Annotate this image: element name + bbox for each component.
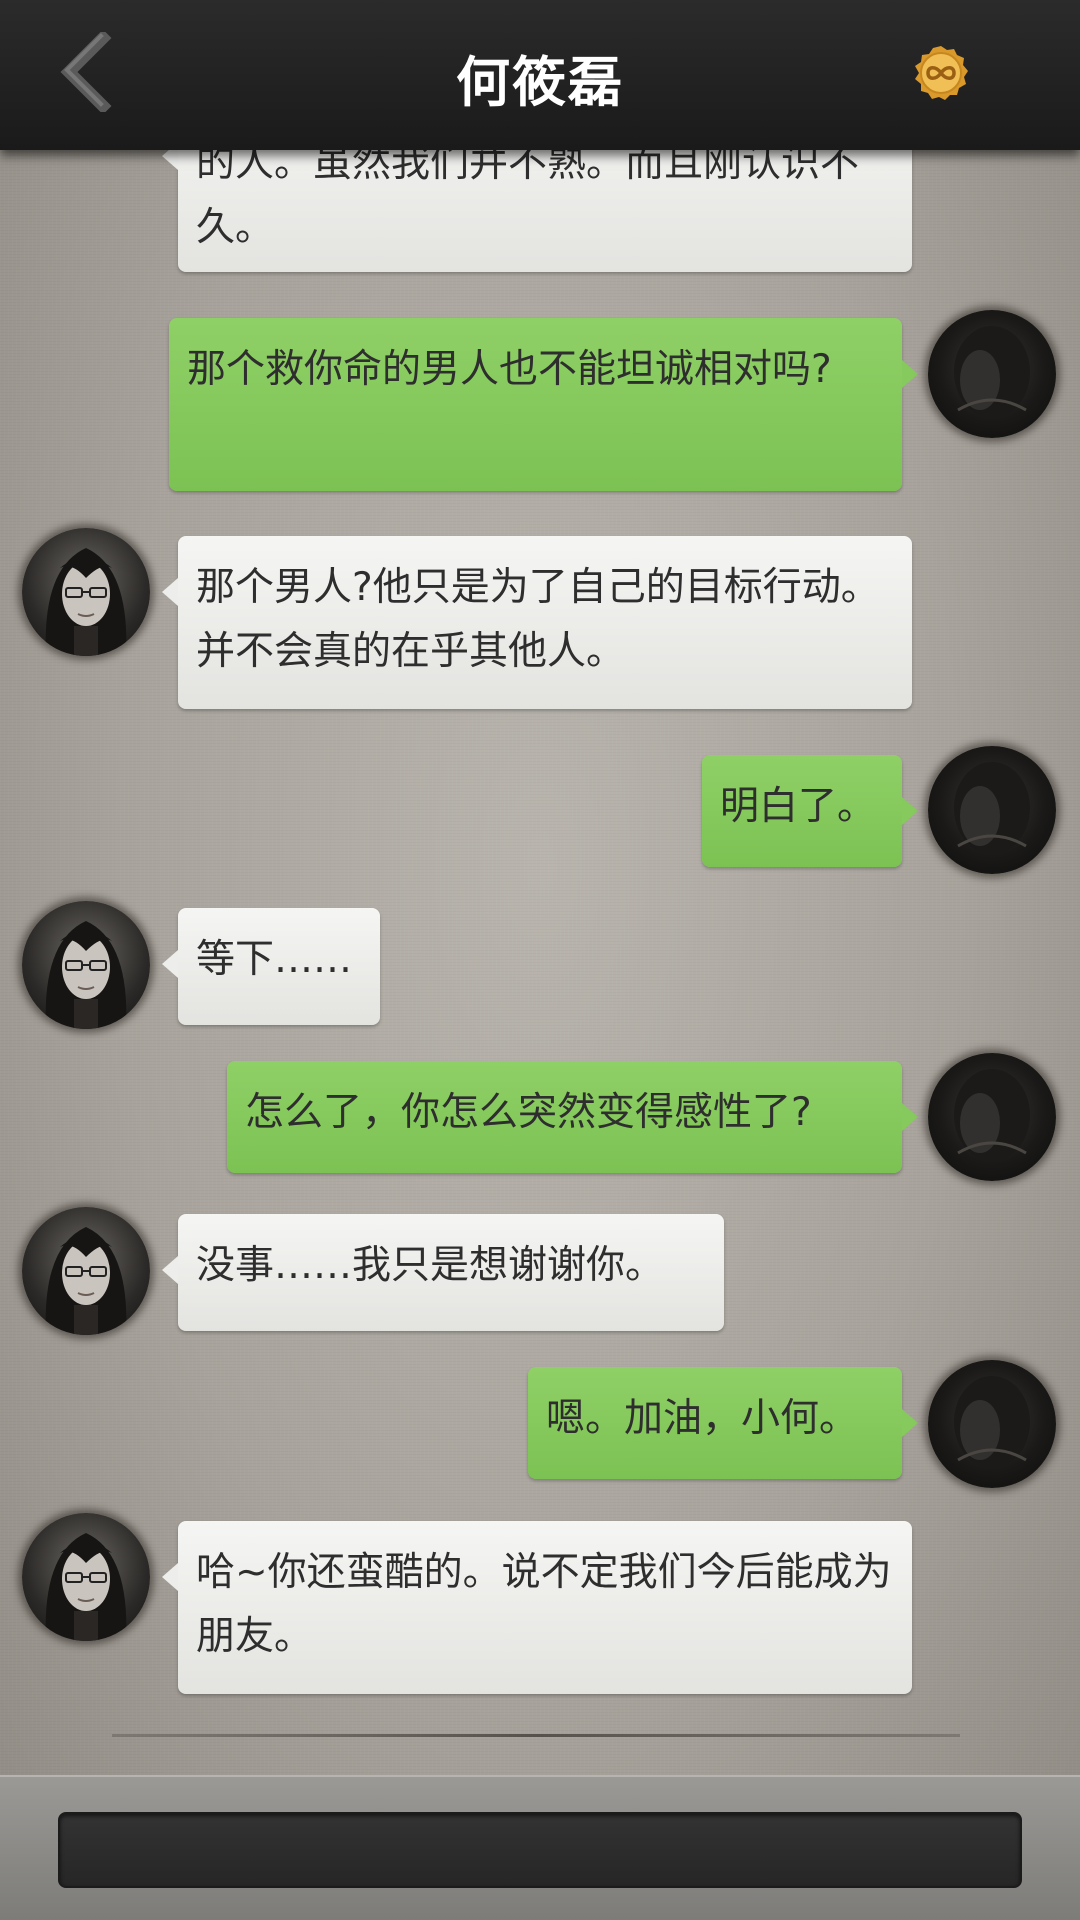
character-avatar-icon [45,1533,127,1641]
message-text: 那个男人?他只是为了自己的目标行动。并不会真的在乎其他人。 [196,565,880,674]
message-text: 明白了。 [720,784,877,829]
message-bubble-right: 明白了。 [702,755,918,867]
chat-area[interactable]: 的人。虽然我们并不熟。而且刚认识不久。 那个救你命的男人也不能坦诚相对吗? 那个… [0,0,1080,1775]
message-bubble-left: 等下…… [162,908,380,1025]
chat-end-divider [112,1734,960,1737]
message-text: 等下…… [196,937,353,982]
user-avatar[interactable] [928,746,1056,874]
bottom-input-bar [0,1775,1080,1920]
user-avatar[interactable] [928,310,1056,438]
user-avatar-icon [954,1069,1030,1161]
infinity-coin-icon [915,46,968,100]
message-bubble-left: 哈~你还蛮酷的。说不定我们今后能成为朋友。 [162,1521,912,1694]
character-avatar-icon [45,1227,127,1335]
character-avatar-icon [45,921,127,1029]
message-bubble-right: 那个救你命的男人也不能坦诚相对吗? [169,318,918,491]
message-bubble-left: 那个男人?他只是为了自己的目标行动。并不会真的在乎其他人。 [162,536,912,709]
character-avatar[interactable] [22,901,150,1029]
top-bar: 何筱磊 [0,0,1080,150]
character-avatar-icon [45,548,127,656]
message-text: 嗯。加油，小何。 [546,1396,859,1441]
message-text: 哈~你还蛮酷的。说不定我们今后能成为朋友。 [196,1550,892,1659]
message-text: 没事……我只是想谢谢你。 [196,1243,665,1288]
message-text: 那个救你命的男人也不能坦诚相对吗? [187,347,832,392]
message-bubble-right: 嗯。加油，小何。 [528,1367,918,1479]
character-avatar[interactable] [22,1513,150,1641]
message-bubble-left: 没事……我只是想谢谢你。 [162,1214,724,1331]
message-text: 怎么了，你怎么突然变得感性了? [245,1090,812,1135]
character-avatar[interactable] [22,1207,150,1335]
message-input[interactable] [58,1812,1022,1888]
message-text: 的人。虽然我们并不熟。而且刚认识不久。 [196,141,860,250]
user-avatar-icon [954,1376,1030,1468]
user-avatar-icon [954,762,1030,854]
message-bubble-right: 怎么了，你怎么突然变得感性了? [227,1061,918,1173]
user-avatar-icon [954,326,1030,418]
user-avatar[interactable] [928,1053,1056,1181]
character-avatar[interactable] [22,528,150,656]
user-avatar[interactable] [928,1360,1056,1488]
infinity-coin-button[interactable] [912,44,970,102]
